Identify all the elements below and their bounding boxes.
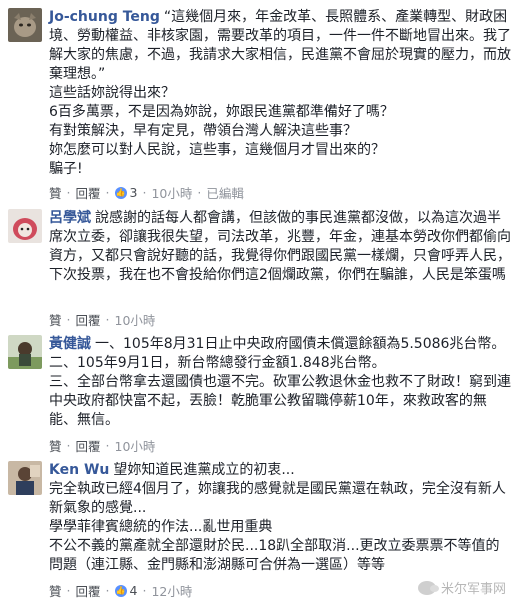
like-button[interactable]: 贊 <box>49 581 62 600</box>
reply-button[interactable]: 回覆 <box>76 581 101 600</box>
like-button[interactable]: 贊 <box>49 183 62 202</box>
reply-button[interactable]: 回覆 <box>76 436 101 455</box>
timestamp[interactable]: 10小時 <box>151 183 192 202</box>
timestamp[interactable]: 10小時 <box>115 310 156 329</box>
avatar[interactable] <box>8 461 42 495</box>
commenter-name[interactable]: Ken Wu <box>49 462 109 478</box>
comment-text: 說感謝的話每人都會講，但該做的事民進黨都沒做，以為這次過半席次立委，卻讓我很失望… <box>49 210 511 283</box>
comment-actions: 贊 · 回覆 · 👍 4 · 12小時 <box>49 581 193 600</box>
like-button[interactable]: 贊 <box>49 436 62 455</box>
avatar[interactable] <box>8 335 42 369</box>
comment-text: 望妳知道民進黨成立的初衷... 完全執政已經4個月了，妳讓我的感覺就是國民黨還在… <box>49 462 506 573</box>
avatar[interactable] <box>8 209 42 243</box>
thumbs-up-icon: 👍 <box>114 186 127 199</box>
watermark-text: 米尔军事网 <box>440 582 506 597</box>
edited-label[interactable]: 已編輯 <box>206 183 244 202</box>
like-count[interactable]: 3 <box>130 185 138 200</box>
comment-text: 一、105年8月31日止中央政府國債未償還餘額為5.5086兆台幣。 二、105… <box>49 336 511 428</box>
chat-bubble-icon <box>417 580 439 595</box>
thumbs-up-icon: 👍 <box>114 584 127 597</box>
comment-actions: 贊 · 回覆 · 10小時 <box>49 310 156 329</box>
avatar[interactable] <box>8 8 42 42</box>
watermark: 米尔军事网 <box>417 578 506 597</box>
like-count[interactable]: 4 <box>130 583 138 598</box>
commenter-name[interactable]: 黃健誠 <box>49 336 91 352</box>
timestamp[interactable]: 10小時 <box>115 436 156 455</box>
reply-button[interactable]: 回覆 <box>76 183 101 202</box>
comment-actions: 贊 · 回覆 · 👍 3 · 10小時 · 已編輯 <box>49 183 244 202</box>
like-button[interactable]: 贊 <box>49 310 62 329</box>
commenter-name[interactable]: Jo-chung Teng <box>49 9 160 25</box>
comment-actions: 贊 · 回覆 · 10小時 <box>49 436 156 455</box>
reply-button[interactable]: 回覆 <box>76 310 101 329</box>
commenter-name[interactable]: 呂學斌 <box>49 210 91 226</box>
timestamp[interactable]: 12小時 <box>151 581 192 600</box>
comment-text: “這幾個月來，年金改革、長照體系、產業轉型、財政困境、勞動權益、非核家園，需要改… <box>49 9 511 177</box>
